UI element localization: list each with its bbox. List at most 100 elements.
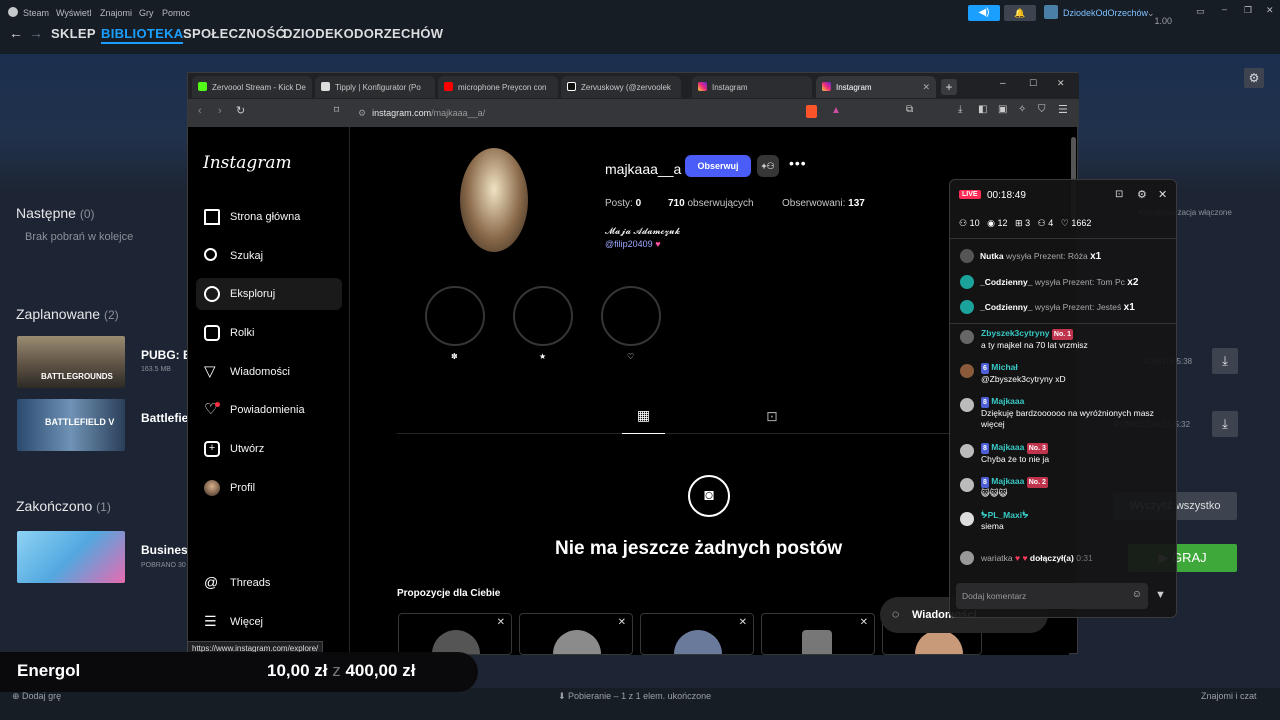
brave-shield-icon[interactable] [806, 105, 817, 118]
nav-community[interactable]: SPOŁECZNOŚĆ [183, 26, 285, 41]
nav-notifications[interactable]: ♡ Powiadomienia [196, 394, 342, 426]
tagged-tab-icon[interactable]: ⊡ [766, 408, 778, 425]
reload-icon[interactable]: ↻ [236, 104, 245, 117]
tab-instagram-1[interactable]: Instagram [692, 76, 812, 98]
brave-rewards-icon[interactable]: ▲ [831, 105, 841, 116]
menu-friends[interactable]: Znajomi [100, 8, 132, 18]
highlight-3[interactable] [601, 286, 661, 346]
suggestion-card[interactable]: ✕ [398, 613, 512, 655]
tab-tiktok[interactable]: Zervuskowy (@zervoolek [561, 76, 681, 98]
download-icon[interactable]: ⤓ [958, 104, 962, 115]
nav-explore[interactable]: Eksploruj [196, 278, 342, 310]
battlefield-thumbnail[interactable]: BATTLEFIELD V [17, 399, 125, 451]
download-status[interactable]: ⬇ Pobieranie – 1 z 1 elem. ukończone [558, 691, 711, 702]
site-info-icon[interactable]: ⚙ [358, 108, 366, 118]
suggestion-avatar [553, 630, 601, 654]
tab-instagram-active[interactable]: Instagram ✕ [816, 76, 936, 98]
close-icon[interactable]: ✕ [1266, 5, 1274, 16]
nav-home[interactable]: Strona główna [196, 201, 342, 233]
nav-messages[interactable]: ▽ Wiadomości [196, 356, 342, 388]
donation-goal-overlay: Energol 10,00 zł z 400,00 zł [0, 652, 478, 692]
highlight-1[interactable] [425, 286, 485, 346]
youtube-icon [444, 82, 453, 91]
instagram-sidebar: Instagram Strona główna Szukaj Eksploruj… [188, 127, 350, 655]
gift-panel-divider [950, 238, 1176, 239]
nav-profile[interactable]: DZIODEKODORZECHÓW [283, 26, 443, 41]
window-display-icon[interactable]: ▭ [1196, 6, 1205, 17]
new-tab-button[interactable]: + [941, 79, 957, 95]
notification-bell-icon[interactable]: 🔔 [1004, 5, 1036, 21]
more-options-icon[interactable]: ••• [789, 155, 807, 171]
followers-count[interactable]: 710 obserwujących [668, 198, 754, 209]
pubg-name[interactable]: PUBG: B [141, 348, 192, 362]
dismiss-icon[interactable]: ✕ [497, 617, 505, 628]
dismiss-icon[interactable]: ✕ [618, 617, 626, 628]
tab-kick[interactable]: Zervoool Stream - Kick De [192, 76, 312, 98]
explore-icon [204, 286, 220, 302]
profile-photo[interactable] [460, 148, 528, 252]
menu-help[interactable]: Pomoc [162, 8, 190, 18]
nav-more[interactable]: ☰ Więcej [196, 606, 342, 638]
vpn-shield-icon[interactable]: ⛉ [1038, 104, 1046, 115]
wallet-icon[interactable]: ▣ [998, 104, 1007, 115]
bookmark-icon[interactable]: ⌑ [334, 105, 339, 116]
menu-steam[interactable]: Steam [23, 8, 49, 18]
nav-threads[interactable]: @ Threads [196, 567, 342, 599]
nav-create[interactable]: + Utwórz [196, 433, 342, 465]
dismiss-icon[interactable]: ✕ [860, 617, 868, 628]
highlight-1-label: ✽ [451, 352, 458, 361]
tab-youtube[interactable]: microphone Preycon con [438, 76, 558, 98]
comment-input[interactable]: Dodaj komentarz ☺ [956, 583, 1148, 609]
suggestion-card[interactable]: ✕ [761, 613, 875, 655]
menu-view[interactable]: Wyświetl [56, 8, 91, 18]
forward-arrow-icon[interactable]: → [29, 25, 43, 41]
nav-store[interactable]: SKLEP [51, 26, 96, 41]
user-avatar[interactable] [1044, 5, 1058, 19]
battlefield-download-button[interactable]: ⤓ [1212, 411, 1238, 437]
sidebar-icon[interactable]: ◧ [978, 104, 987, 115]
menu-icon[interactable]: ☰ [1058, 103, 1068, 116]
suggestion-card[interactable]: ✕ [640, 613, 754, 655]
instagram-logo[interactable]: Instagram [203, 153, 292, 173]
tab-tipply[interactable]: Tipply | Konfigurator (Po [315, 76, 435, 98]
suggest-user-button[interactable]: +⚇ [757, 155, 779, 177]
settings-icon[interactable]: ⚙ [1137, 188, 1147, 201]
back-arrow-icon[interactable]: ← [9, 25, 23, 41]
forward-icon[interactable]: › [218, 105, 222, 117]
url-field[interactable]: ⚙ instagram.com/majkaaa__a/ [358, 104, 748, 122]
menu-games[interactable]: Gry [139, 8, 154, 18]
extensions-icon[interactable]: ⧉ [906, 104, 913, 115]
user-name[interactable]: DziodekOdOrzechów [1063, 8, 1148, 18]
bio-link[interactable]: @filip20409 ♥ [605, 239, 661, 249]
maximize-icon[interactable]: ❐ [1244, 5, 1252, 16]
friends-chat-button[interactable]: Znajomi i czat [1201, 691, 1257, 701]
nav-library[interactable]: BIBLIOTEKA [101, 26, 184, 44]
announcement-button[interactable]: ◀) [968, 5, 1000, 21]
back-icon[interactable]: ‹ [198, 105, 202, 117]
leo-icon[interactable]: ✧ [1018, 104, 1026, 115]
add-game-button[interactable]: ⊕ Dodaj grę [12, 691, 61, 702]
posts-grid-tab[interactable]: ▦ [622, 407, 665, 434]
business-thumbnail[interactable] [17, 531, 125, 583]
nav-profile[interactable]: Profil [196, 472, 342, 504]
window-close-icon[interactable]: ✕ [1057, 78, 1065, 89]
pubg-thumbnail[interactable]: BATTLEGROUNDS [17, 336, 125, 388]
chat-close-icon[interactable]: ✕ [1158, 188, 1167, 201]
highlight-2[interactable] [513, 286, 573, 346]
nav-search[interactable]: Szukaj [196, 240, 342, 272]
pubg-download-button[interactable]: ⤓ [1212, 348, 1238, 374]
suggestion-card[interactable]: ✕ [519, 613, 633, 655]
dismiss-icon[interactable]: ✕ [739, 617, 747, 628]
following-count[interactable]: Obserwowani: 137 [782, 198, 865, 209]
battlefield-name[interactable]: Battlefie [141, 411, 188, 425]
emoji-icon[interactable]: ☺ [1132, 589, 1142, 600]
lock-icon[interactable]: ⊡ [1115, 189, 1123, 200]
minimize-icon[interactable]: – [1222, 4, 1227, 14]
follow-button[interactable]: Obserwuj [685, 155, 751, 177]
settings-gear-icon[interactable]: ⚙ [1244, 68, 1264, 88]
window-maximize-icon[interactable]: ☐ [1029, 78, 1037, 89]
nav-reels[interactable]: Rolki [196, 317, 342, 349]
tab-close-icon[interactable]: ✕ [922, 82, 930, 93]
send-icon[interactable]: ▼ [1155, 589, 1166, 601]
window-minimize-icon[interactable]: – [1000, 78, 1006, 89]
